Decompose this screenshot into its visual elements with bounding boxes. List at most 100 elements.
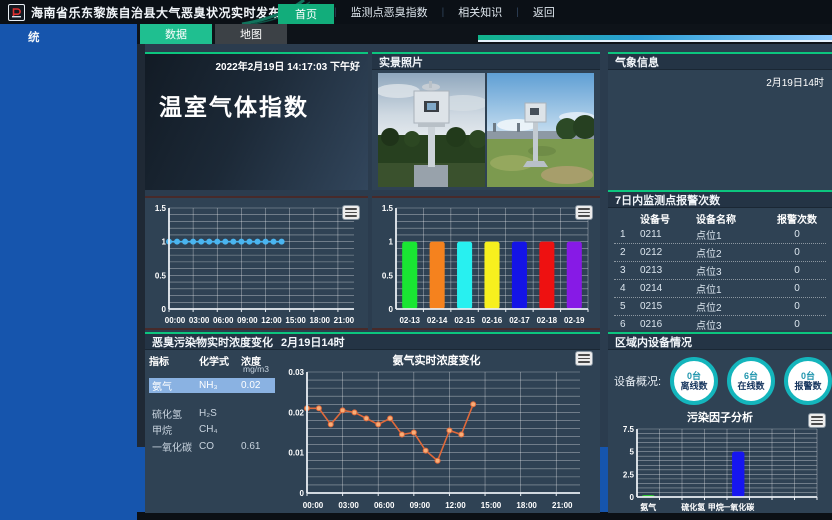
svg-text:氨气: 氨气 xyxy=(640,502,656,512)
alarm-panel-title: 7日内监测点报警次数 xyxy=(608,192,832,208)
ammonia-chart-title: 氨气实时浓度变化 xyxy=(277,352,596,366)
header-underline xyxy=(478,40,832,42)
svg-text:03:00: 03:00 xyxy=(189,316,210,325)
svg-text:03:00: 03:00 xyxy=(338,501,359,510)
svg-text:0.5: 0.5 xyxy=(382,271,394,280)
odor-row-co[interactable]: 一氧化碳 CO 0.61 xyxy=(149,439,275,454)
offline-count-badge: 0台 离线数 xyxy=(670,357,718,405)
content-bottom-edge xyxy=(137,512,832,520)
svg-text:18:00: 18:00 xyxy=(310,316,331,325)
ammonia-line-chart: 00:00 03:00 06:00 09:00 12:00 15:00 18:00 21:00… xyxy=(277,366,596,511)
site-photo-left xyxy=(378,73,485,187)
svg-text:7.5: 7.5 xyxy=(623,425,635,434)
odor-row-h2s[interactable]: 硫化氢 H₂S xyxy=(149,406,275,421)
svg-text:5: 5 xyxy=(630,448,635,457)
tab-data[interactable]: 数据 xyxy=(140,24,212,44)
odor-panel-timestamp: 2月19日14时 xyxy=(281,334,345,350)
site-photos-panel: 实景照片 xyxy=(372,52,600,190)
svg-text:02-17: 02-17 xyxy=(509,316,530,325)
svg-text:09:00: 09:00 xyxy=(410,501,431,510)
svg-text:02-16: 02-16 xyxy=(482,316,503,325)
svg-text:12:00: 12:00 xyxy=(261,316,282,325)
col-device-id: 设备号 xyxy=(640,211,696,226)
svg-text:06:00: 06:00 xyxy=(374,501,395,510)
svg-text:02-15: 02-15 xyxy=(454,316,475,325)
svg-text:0: 0 xyxy=(389,305,394,314)
svg-text:15:00: 15:00 xyxy=(481,501,502,510)
weather-timestamp: 2月19日14时 xyxy=(608,70,832,93)
daily-odor-bar-chart: 02-1302-1402-1502-1602-1702-1802-1900.51… xyxy=(372,198,600,326)
svg-text:21:00: 21:00 xyxy=(334,316,355,325)
top-bar: 海南省乐东黎族自治县大气恶臭状况实时发布系 首页 | 监测点恶臭指数 | 相关知… xyxy=(0,0,832,24)
chart-menu-icon[interactable] xyxy=(343,206,359,219)
alarm-table-row: 1 0211 点位1 0 xyxy=(614,226,826,244)
odor-panel-title: 恶臭污染物实时浓度变化 xyxy=(152,334,273,350)
svg-text:12:00: 12:00 xyxy=(445,501,466,510)
app-logo-icon xyxy=(8,4,25,21)
chart-menu-icon[interactable] xyxy=(576,352,592,365)
svg-text:09:00: 09:00 xyxy=(237,316,258,325)
svg-text:02-13: 02-13 xyxy=(399,316,420,325)
svg-text:1: 1 xyxy=(162,238,167,247)
ammonia-chart-area: 氨气实时浓度变化 00:00 03:00 06:00 09:00 12:00 15:00 1… xyxy=(277,350,596,513)
current-datetime: 2022年2月19日 14:17:03 下午好 xyxy=(215,58,360,73)
device-overview-label: 设备概况: xyxy=(614,373,661,389)
svg-text:1: 1 xyxy=(389,238,394,247)
odor-panel-header: 恶臭污染物实时浓度变化 2月19日14时 xyxy=(145,334,600,350)
col-device-name: 设备名称 xyxy=(696,211,768,226)
alarm-table-header: 设备号 设备名称 报警次数 xyxy=(614,210,826,226)
nav-item-odor-index[interactable]: 监测点恶臭指数 xyxy=(337,4,442,20)
alarm-table-row: 2 0212 点位2 0 xyxy=(614,244,826,262)
greeting-panel: 2022年2月19日 14:17:03 下午好 温室气体指数 xyxy=(145,52,368,190)
greenhouse-index-line-chart: 00:0003:0006:0009:0012:0015:00 18:0021:00… xyxy=(145,198,368,326)
svg-text:06:00: 06:00 xyxy=(213,316,234,325)
svg-text:硫化氢: 硫化氢 xyxy=(681,502,705,512)
pollution-factor-title: 污染因子分析 xyxy=(608,409,832,423)
svg-text:0.01: 0.01 xyxy=(288,449,304,458)
devices-panel-title: 区域内设备情况 xyxy=(608,334,832,350)
svg-text:02-18: 02-18 xyxy=(537,316,558,325)
nav-item-back[interactable]: 返回 xyxy=(519,4,569,20)
svg-text:0: 0 xyxy=(300,489,305,498)
nav-item-home[interactable]: 首页 xyxy=(278,4,334,24)
alarm-table-row: 3 0213 点位3 0 xyxy=(614,262,826,280)
svg-text:00:00: 00:00 xyxy=(303,501,324,510)
svg-text:18:00: 18:00 xyxy=(516,501,537,510)
nav-item-knowledge[interactable]: 相关知识 xyxy=(444,4,516,20)
svg-text:2.5: 2.5 xyxy=(623,470,635,479)
weather-panel-title: 气象信息 xyxy=(608,54,832,70)
odor-table: 指标 化学式 浓度 mg/m3 氨气 NH₃ 0.02 硫化氢 H₂S 甲烷 C… xyxy=(149,350,277,512)
daily-odor-chart-panel: 02-1302-1402-1502-1602-1702-1802-1900.51… xyxy=(372,196,600,330)
svg-text:00:00: 00:00 xyxy=(165,316,186,325)
weather-panel: 气象信息 2月19日14时 xyxy=(608,52,832,190)
svg-text:02-14: 02-14 xyxy=(427,316,448,325)
alarm-count-badge: 0台 报警数 xyxy=(784,357,832,405)
device-overview: 设备概况: 0台 离线数 6台 在线数 0台 报警数 xyxy=(608,350,832,407)
online-count-badge: 6台 在线数 xyxy=(727,357,775,405)
photos-panel-title: 实景照片 xyxy=(372,54,600,70)
chart-menu-icon[interactable] xyxy=(576,206,592,219)
alarm-count-panel: 7日内监测点报警次数 设备号 设备名称 报警次数 1 0211 点位1 0 2 … xyxy=(608,190,832,330)
svg-text:0: 0 xyxy=(630,493,635,502)
chart-menu-icon[interactable] xyxy=(809,414,825,427)
odor-row-ammonia[interactable]: 氨气 NH₃ 0.02 xyxy=(149,378,275,393)
odor-realtime-panel: 恶臭污染物实时浓度变化 2月19日14时 指标 化学式 浓度 mg/m3 氨气 … xyxy=(145,332,600,513)
col-formula: 化学式 xyxy=(199,353,241,368)
greenhouse-index-chart-panel: 00:0003:0006:0009:0012:0015:00 18:0021:00… xyxy=(145,196,368,330)
site-photo-right xyxy=(487,73,594,187)
svg-text:15:00: 15:00 xyxy=(285,316,306,325)
svg-text:1.5: 1.5 xyxy=(155,204,167,213)
greenhouse-index-headline: 温室气体指数 xyxy=(159,88,309,122)
tab-map[interactable]: 地图 xyxy=(215,24,287,44)
odor-row-ch4[interactable]: 甲烷 CH₄ xyxy=(149,422,275,437)
svg-text:0: 0 xyxy=(162,305,167,314)
svg-text:0.02: 0.02 xyxy=(288,408,304,417)
content-left-shadow xyxy=(137,44,145,447)
col-alarm-count: 报警次数 xyxy=(768,211,826,226)
devices-panel: 区域内设备情况 设备概况: 0台 离线数 6台 在线数 0台 报警数 污染因子分… xyxy=(608,332,832,513)
main-nav: 首页 | 监测点恶臭指数 | 相关知识 | 返回 xyxy=(278,0,569,24)
svg-text:21:00: 21:00 xyxy=(552,501,573,510)
title-wrap-text: 统 xyxy=(28,29,40,45)
col-indicator: 指标 xyxy=(149,353,199,368)
svg-text:1.5: 1.5 xyxy=(382,204,394,213)
